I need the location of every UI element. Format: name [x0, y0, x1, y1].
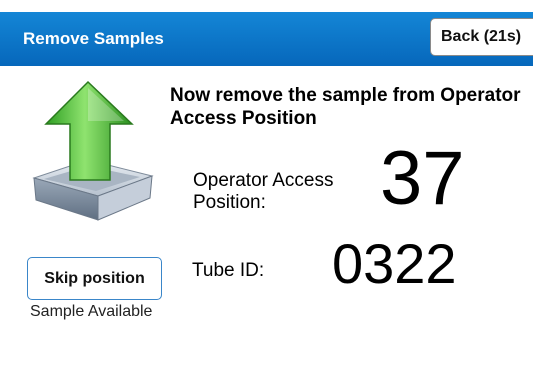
sample-status-text: Sample Available: [30, 303, 153, 320]
tube-id-value: 0322: [332, 232, 457, 295]
header-bar: Remove Samples Back (21s): [0, 12, 533, 66]
position-label: Operator Access Position:: [193, 170, 334, 213]
position-value: 37: [380, 136, 465, 221]
previous-header-remnant: [0, 0, 533, 12]
skip-position-button[interactable]: Skip position: [27, 257, 162, 300]
page-title: Remove Samples: [23, 29, 164, 48]
instruction-text: Now remove the sample from Operator Acce…: [170, 85, 521, 129]
remove-samples-screen: Remove Samples Back (21s) Now remove the…: [0, 0, 533, 371]
back-button[interactable]: Back (21s): [430, 18, 533, 56]
tray-up-arrow-icon: [32, 80, 154, 221]
tube-id-label: Tube ID:: [192, 260, 265, 281]
